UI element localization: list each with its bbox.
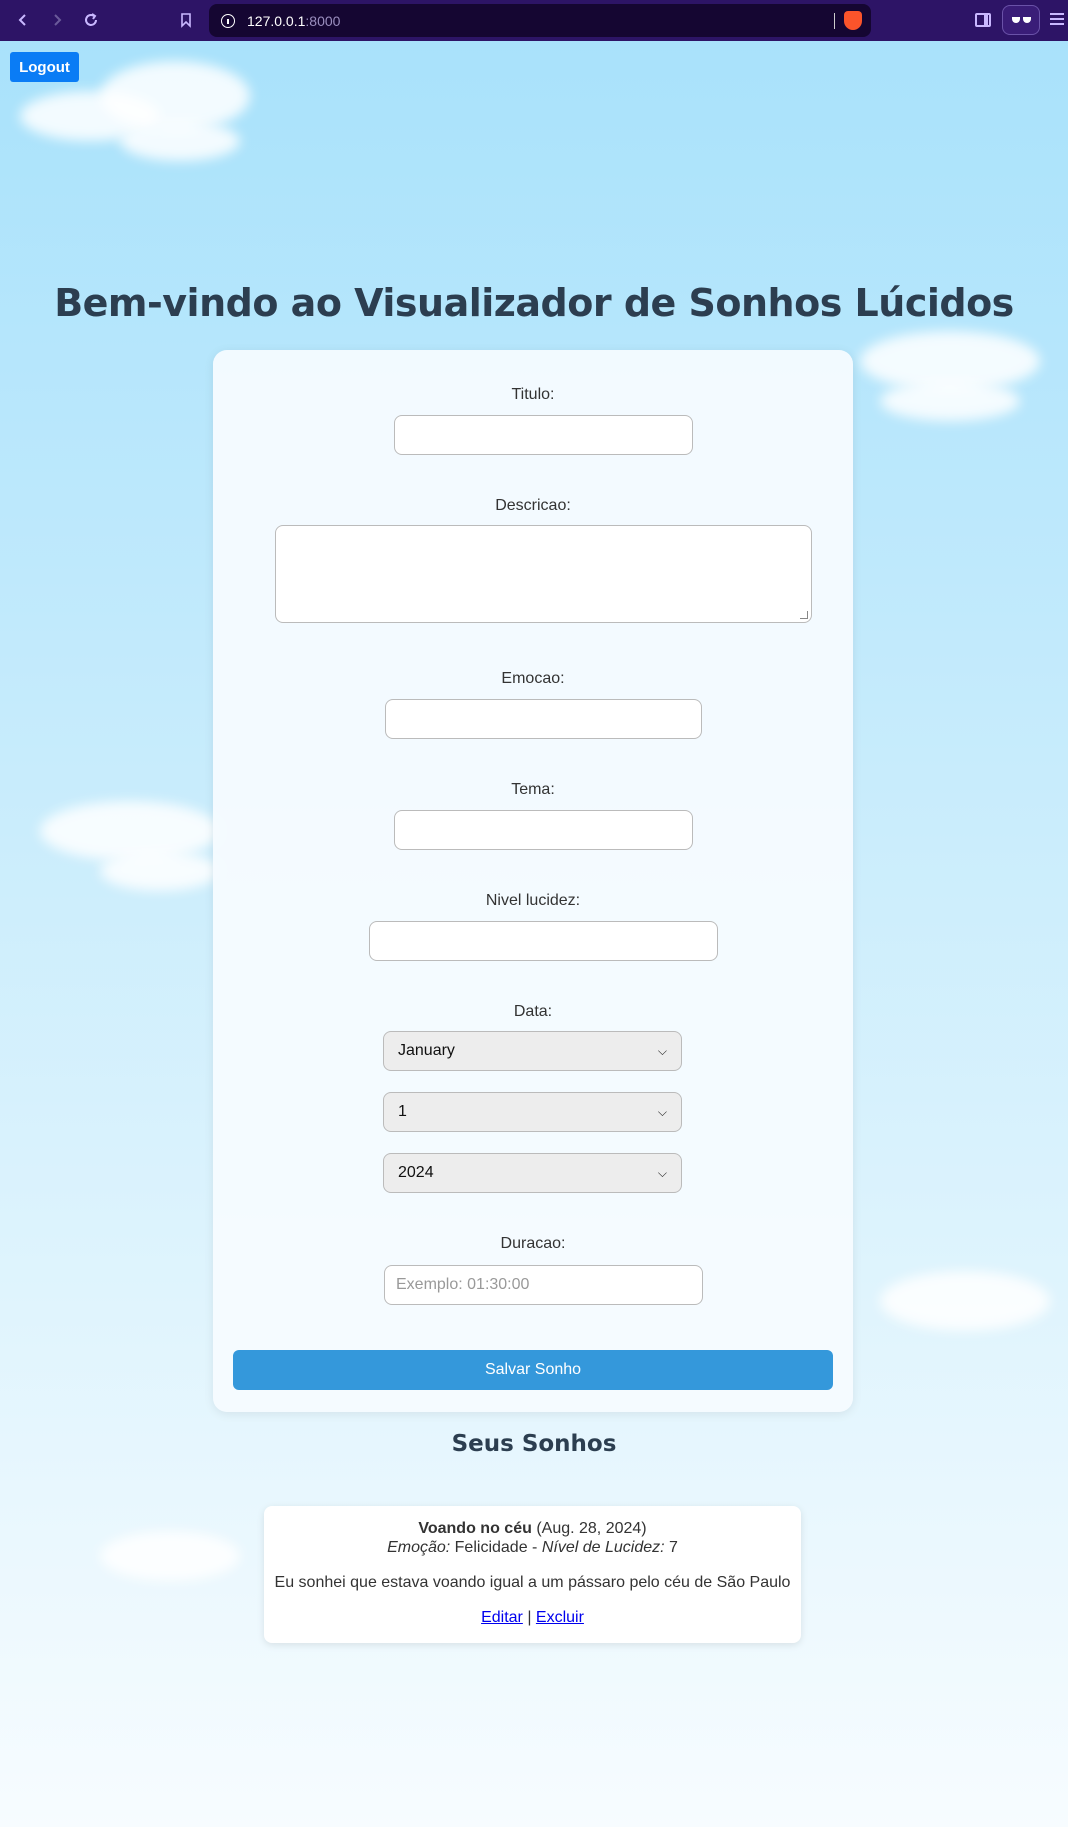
forward-icon[interactable] bbox=[45, 8, 69, 32]
dream-date: (Aug. 28, 2024) bbox=[536, 1520, 647, 1537]
address-bar[interactable]: 127.0.0.1:8000 bbox=[209, 4, 871, 37]
site-info-icon[interactable] bbox=[221, 14, 235, 28]
logout-button[interactable]: Logout bbox=[10, 52, 79, 82]
month-select-value: January bbox=[398, 1042, 455, 1059]
cloud-decoration bbox=[880, 1271, 1050, 1331]
titulo-label: Titulo: bbox=[511, 386, 555, 403]
link-separator: | bbox=[527, 1609, 532, 1626]
emotion-label: Emoção: bbox=[387, 1539, 451, 1556]
descricao-label: Descricao: bbox=[495, 497, 571, 514]
emotion-value: Felicidade bbox=[454, 1539, 528, 1556]
emocao-input[interactable] bbox=[385, 699, 702, 739]
lucidity-value: 7 bbox=[669, 1539, 678, 1556]
descricao-textarea[interactable] bbox=[275, 525, 812, 623]
cloud-decoration bbox=[100, 1531, 240, 1581]
year-select-value: 2024 bbox=[398, 1164, 434, 1181]
cloud-decoration bbox=[880, 381, 1020, 421]
bookmark-icon[interactable] bbox=[174, 8, 198, 32]
day-select[interactable]: 1 ⌵ bbox=[383, 1092, 682, 1132]
chevron-down-icon: ⌵ bbox=[657, 1043, 667, 1058]
edit-link[interactable]: Editar bbox=[481, 1609, 523, 1626]
dream-header: Voando no céu (Aug. 28, 2024) bbox=[264, 1520, 801, 1538]
data-label: Data: bbox=[513, 1003, 553, 1020]
year-select[interactable]: 2024 ⌵ bbox=[383, 1153, 682, 1193]
duracao-label: Duracao: bbox=[500, 1235, 566, 1252]
browser-toolbar: 127.0.0.1:8000 bbox=[0, 0, 1068, 41]
tema-label: Tema: bbox=[511, 781, 555, 798]
day-select-value: 1 bbox=[398, 1103, 407, 1120]
dream-description: Eu sonhei que estava voando igual a um p… bbox=[274, 1574, 791, 1591]
meta-separator: - bbox=[532, 1539, 538, 1556]
titulo-input[interactable] bbox=[394, 415, 693, 455]
lucidity-label: Nível de Lucidez: bbox=[541, 1539, 665, 1556]
chevron-down-icon: ⌵ bbox=[657, 1104, 667, 1119]
back-icon[interactable] bbox=[11, 8, 35, 32]
cloud-decoration bbox=[100, 851, 220, 891]
chevron-down-icon: ⌵ bbox=[657, 1165, 667, 1180]
brave-shields-icon[interactable] bbox=[844, 11, 862, 30]
dream-actions: Editar | Excluir bbox=[264, 1609, 801, 1627]
dream-title: Voando no céu bbox=[418, 1520, 532, 1537]
menu-icon[interactable] bbox=[1050, 13, 1064, 25]
dream-form: Titulo: Descricao: Emocao: Tema: Nivel l… bbox=[213, 350, 853, 1412]
url-text: 127.0.0.1:8000 bbox=[247, 13, 341, 29]
url-divider bbox=[834, 13, 835, 29]
delete-link[interactable]: Excluir bbox=[536, 1609, 584, 1626]
private-window-icon[interactable] bbox=[1002, 5, 1040, 35]
duracao-input[interactable]: Exemplo: 01:30:00 bbox=[384, 1265, 703, 1305]
dream-meta: Emoção: Felicidade - Nível de Lucidez: 7 bbox=[264, 1539, 801, 1557]
cloud-decoration bbox=[40, 801, 220, 861]
nivel-lucidez-label: Nivel lucidez: bbox=[485, 892, 581, 909]
save-dream-button[interactable]: Salvar Sonho bbox=[233, 1350, 833, 1390]
emocao-label: Emocao: bbox=[501, 670, 565, 687]
tema-input[interactable] bbox=[394, 810, 693, 850]
reload-icon[interactable] bbox=[79, 8, 103, 32]
nivel-lucidez-input[interactable] bbox=[369, 921, 718, 961]
cloud-decoration bbox=[120, 121, 240, 161]
month-select[interactable]: January ⌵ bbox=[383, 1031, 682, 1071]
sidebar-toggle-icon[interactable] bbox=[975, 13, 991, 27]
dream-card: Voando no céu (Aug. 28, 2024) Emoção: Fe… bbox=[264, 1506, 801, 1643]
page-title: Bem-vindo ao Visualizador de Sonhos Lúci… bbox=[54, 281, 1014, 325]
page-background: Logout Bem-vindo ao Visualizador de Sonh… bbox=[0, 41, 1068, 1827]
dreams-section-title: Seus Sonhos bbox=[451, 1431, 617, 1457]
